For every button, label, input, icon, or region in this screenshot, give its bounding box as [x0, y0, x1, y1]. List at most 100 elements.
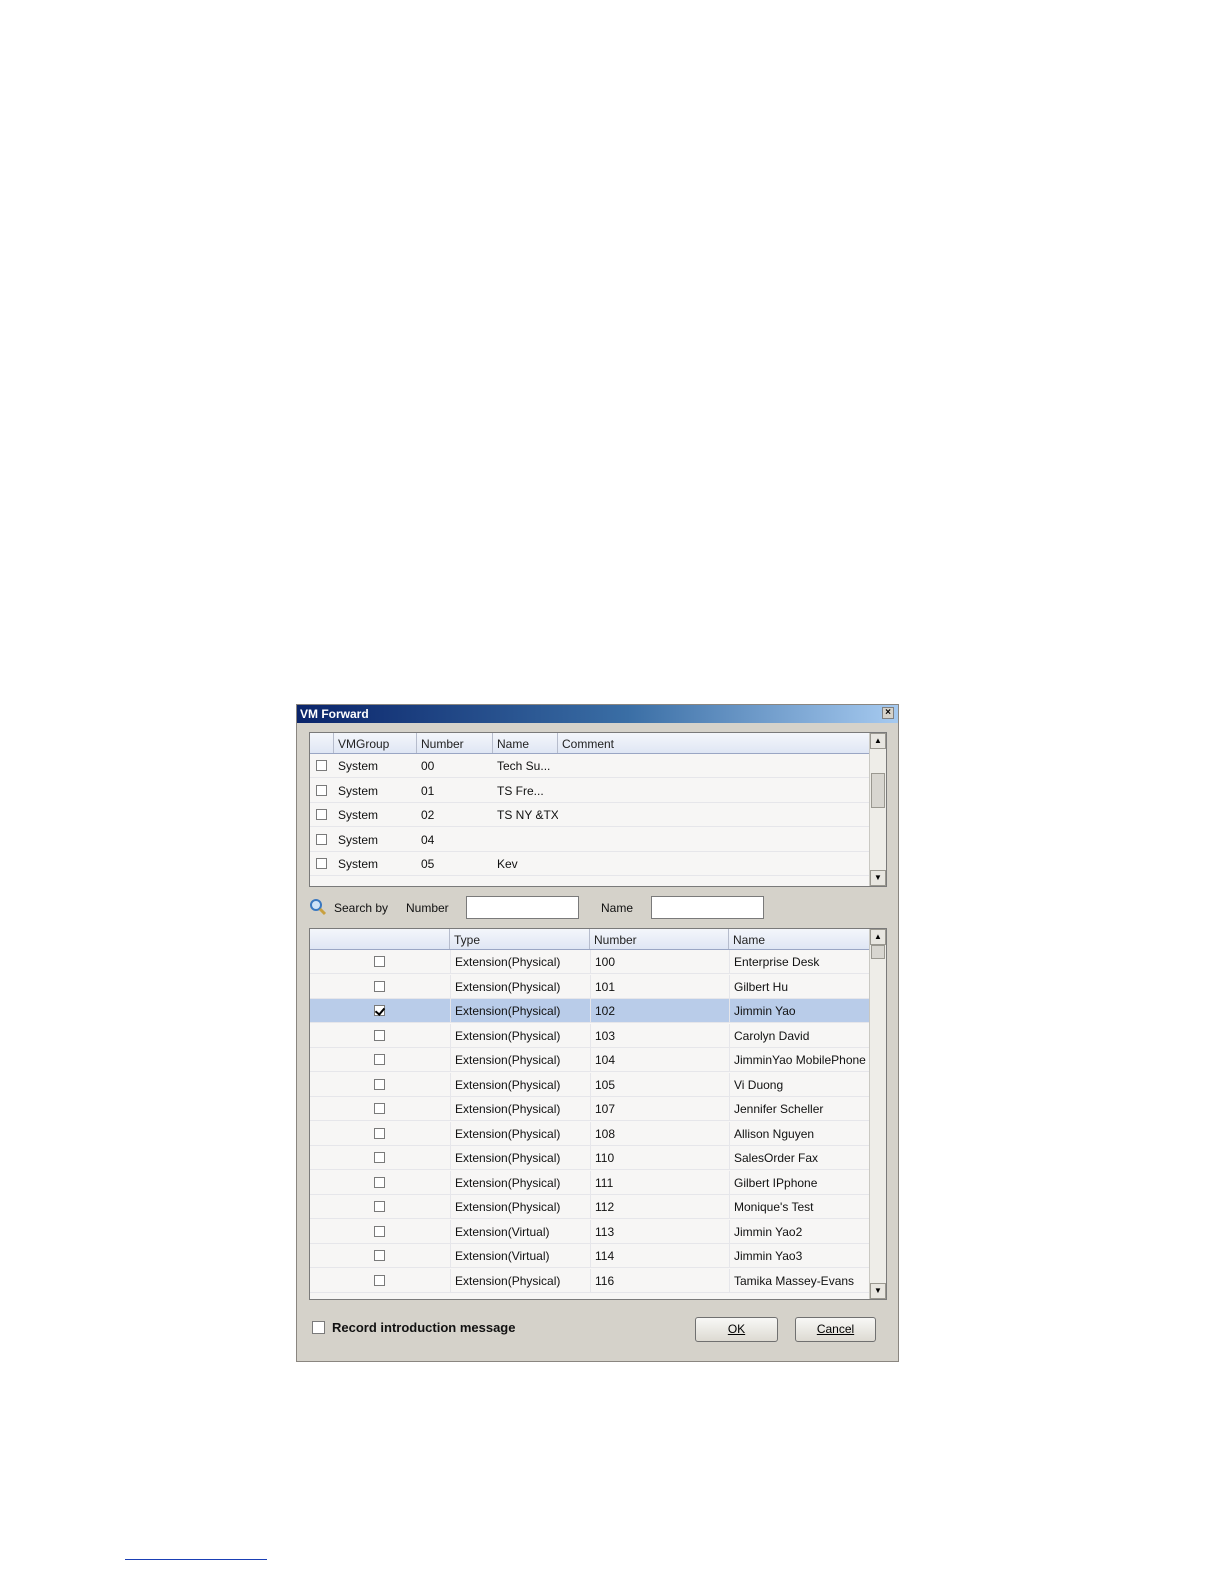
vmgroup-grid: VMGroup Number Name Comment System 00 Tech… — [309, 732, 887, 887]
name-cell: Jimmin Yao3 — [729, 1244, 870, 1268]
extension-row[interactable]: Extension(Physical) 102 Jimmin Yao — [310, 999, 870, 1023]
row-checkbox[interactable] — [374, 1054, 385, 1065]
scroll-thumb[interactable] — [871, 945, 885, 959]
page-footnote-rule — [125, 1559, 267, 1560]
extension-row[interactable]: Extension(Physical) 112 Monique's Test — [310, 1195, 870, 1219]
number-cell: 104 — [590, 1048, 729, 1072]
name-cell: Jimmin Yao2 — [729, 1219, 870, 1244]
extension-row[interactable]: Extension(Physical) 110 SalesOrder Fax — [310, 1146, 870, 1170]
type-cell: Extension(Physical) — [450, 1195, 590, 1219]
scroll-down-button[interactable]: ▼ — [870, 870, 886, 886]
name-cell: TS NY &TX — [497, 808, 558, 822]
type-cell: Extension(Physical) — [450, 1048, 590, 1072]
extension-row[interactable]: Extension(Physical) 116 Tamika Massey-Evan… — [310, 1268, 870, 1293]
header-name[interactable]: Name — [493, 733, 558, 753]
vm-forward-dialog: VM Forward × VMGroup Number Name Comment… — [296, 704, 899, 1362]
close-button[interactable]: × — [882, 707, 894, 719]
header-select[interactable] — [310, 733, 334, 753]
vmgroup-scrollbar[interactable]: ▲ ▼ — [869, 733, 886, 886]
row-checkbox[interactable] — [374, 1127, 385, 1139]
record-intro-checkbox[interactable] — [312, 1321, 325, 1334]
arrow-down-icon: ▼ — [874, 873, 882, 882]
cancel-button[interactable]: Cancel — [795, 1317, 876, 1342]
row-checkbox[interactable] — [316, 858, 327, 869]
row-checkbox[interactable] — [374, 1152, 385, 1163]
extension-row[interactable]: Extension(Physical) 103 Carolyn David — [310, 1023, 870, 1048]
header-type[interactable]: Type — [450, 929, 590, 949]
scroll-thumb[interactable] — [871, 773, 885, 808]
row-checkbox[interactable] — [374, 1078, 385, 1090]
row-checkbox[interactable] — [374, 1274, 385, 1286]
extension-row[interactable]: Extension(Virtual) 114 Jimmin Yao3 — [310, 1244, 870, 1268]
row-checkbox[interactable] — [316, 809, 327, 820]
header-number[interactable]: Number — [417, 733, 493, 753]
name-cell: Jimmin Yao — [729, 999, 870, 1023]
extension-row[interactable]: Extension(Physical) 107 Jennifer Scheller — [310, 1097, 870, 1121]
record-intro-label: Record introduction message — [332, 1320, 516, 1335]
vmgroup-row[interactable]: System 05 Kev — [310, 852, 870, 876]
extension-row[interactable]: Extension(Physical) 100 Enterprise Desk — [310, 950, 870, 974]
row-checkbox[interactable] — [374, 1201, 385, 1212]
close-icon: × — [885, 707, 891, 718]
extension-row[interactable]: Extension(Physical) 101 Gilbert Hu — [310, 974, 870, 999]
scroll-up-button[interactable]: ▲ — [870, 733, 886, 749]
name-cell: Tech Su... — [497, 759, 551, 773]
row-checkbox[interactable] — [374, 1029, 385, 1041]
type-cell: Extension(Physical) — [450, 1097, 590, 1121]
window-title: VM Forward — [300, 707, 369, 721]
scroll-up-button[interactable]: ▲ — [870, 929, 886, 945]
arrow-down-icon: ▼ — [874, 1286, 882, 1295]
name-cell: Enterprise Desk — [729, 950, 870, 974]
vmgroup-row[interactable]: System 00 Tech Su... — [310, 754, 870, 778]
row-checkbox[interactable] — [316, 833, 327, 845]
name-cell: Allison Nguyen — [729, 1121, 870, 1146]
extension-row[interactable]: Extension(Physical) 105 Vi Duong — [310, 1072, 870, 1097]
row-checkbox[interactable] — [374, 956, 385, 967]
extension-row[interactable]: Extension(Physical) 111 Gilbert IPphone — [310, 1170, 870, 1195]
number-cell: 00 — [421, 759, 435, 773]
row-checkbox[interactable] — [374, 1103, 385, 1114]
ok-button[interactable]: OK — [695, 1317, 778, 1342]
title-bar: VM Forward × — [297, 705, 898, 723]
vmgroup-row[interactable]: System 04 — [310, 828, 870, 852]
comment-cell — [558, 828, 870, 852]
header-comment[interactable]: Comment — [558, 733, 870, 753]
number-cell: 111 — [590, 1170, 729, 1195]
name-cell: Monique's Test — [729, 1195, 870, 1219]
search-name-input[interactable] — [651, 896, 764, 919]
vmgroup-row[interactable]: System 02 TS NY &TX — [310, 803, 870, 827]
extension-row[interactable]: Extension(Virtual) 113 Jimmin Yao2 — [310, 1219, 870, 1244]
number-cell: 108 — [590, 1121, 729, 1146]
name-cell: Jennifer Scheller — [729, 1097, 870, 1121]
search-by-label: Search by — [334, 901, 389, 915]
vmgroup-grid-header: VMGroup Number Name Comment — [310, 733, 870, 754]
name-cell — [493, 828, 558, 852]
extension-scrollbar[interactable]: ▲ ▼ — [869, 929, 886, 1299]
name-cell: JimminYao MobilePhone — [729, 1048, 870, 1072]
header-name[interactable]: Name — [729, 929, 870, 949]
comment-cell — [558, 779, 870, 803]
vmgroup-cell: System — [338, 783, 379, 798]
type-cell: Extension(Physical) — [450, 1146, 590, 1170]
row-checkbox[interactable] — [374, 1250, 385, 1261]
header-number[interactable]: Number — [590, 929, 729, 949]
name-cell: Gilbert Hu — [729, 974, 870, 999]
type-cell: Extension(Virtual) — [450, 1244, 590, 1268]
extension-row[interactable]: Extension(Physical) 104 JimminYao MobilePh… — [310, 1048, 870, 1072]
header-select[interactable] — [310, 929, 450, 949]
scroll-down-button[interactable]: ▼ — [870, 1283, 886, 1299]
row-checkbox[interactable] — [316, 784, 327, 796]
name-cell: Carolyn David — [729, 1023, 870, 1048]
search-number-input[interactable] — [466, 896, 579, 919]
vmgroup-row[interactable]: System 01 TS Fre... — [310, 779, 870, 803]
number-cell: 113 — [590, 1219, 729, 1244]
type-cell: Extension(Physical) — [450, 1023, 590, 1048]
extension-row[interactable]: Extension(Physical) 108 Allison Nguyen — [310, 1121, 870, 1146]
row-checkbox[interactable] — [374, 1176, 385, 1188]
row-checkbox[interactable] — [316, 760, 327, 771]
row-checkbox[interactable] — [374, 1225, 385, 1237]
row-checkbox[interactable] — [374, 980, 385, 992]
header-vmgroup[interactable]: VMGroup — [334, 733, 417, 753]
type-cell: Extension(Virtual) — [450, 1219, 590, 1244]
row-checkbox[interactable] — [374, 1005, 385, 1016]
